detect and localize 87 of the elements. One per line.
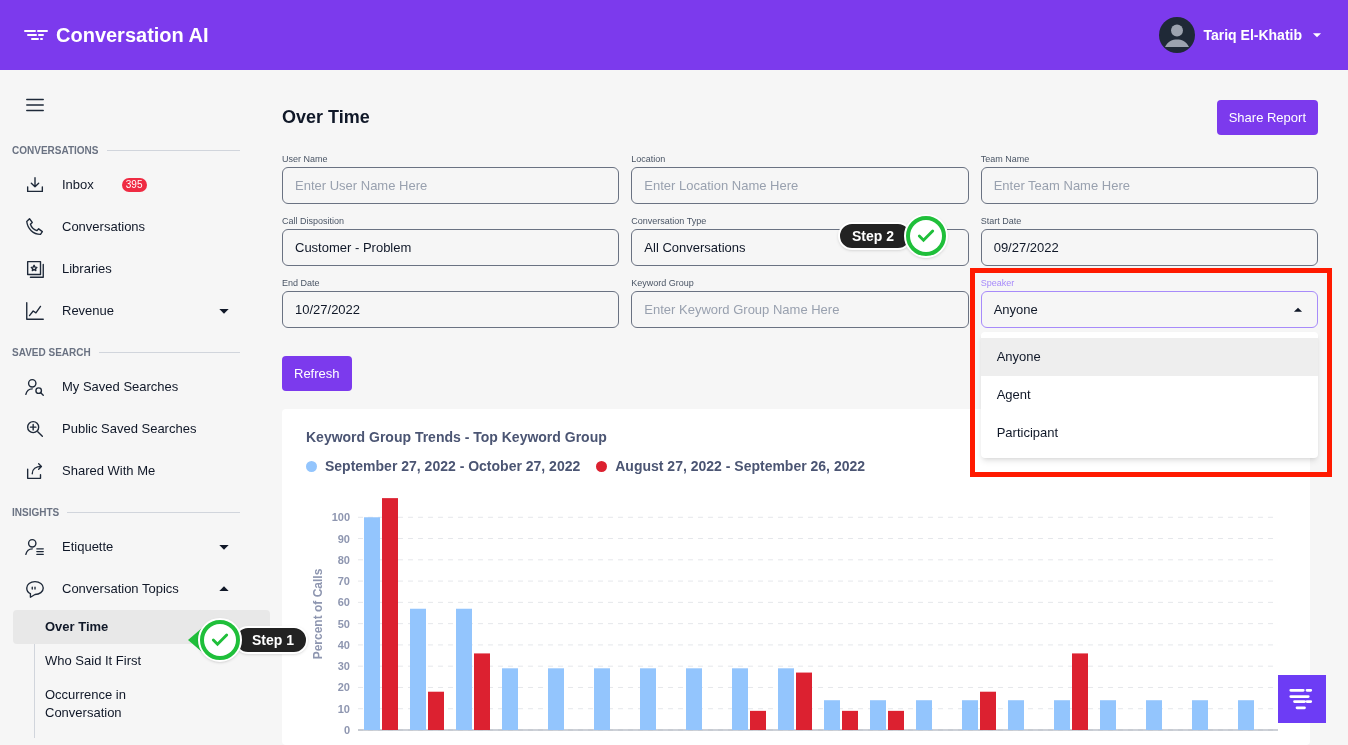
axis-tick-label: 100 [331, 511, 350, 524]
input-field[interactable]: Enter Location Name Here [631, 167, 969, 204]
count-badge: 395 [121, 178, 147, 192]
chart-title: Keyword Group Trends - Top Keyword Group [306, 428, 607, 447]
sidebar-item[interactable]: Libraries [12, 248, 270, 290]
section-heading: INSIGHTS [12, 505, 60, 520]
bar [870, 700, 886, 730]
sidebar-subitem[interactable]: Occurrence in Conversation [13, 678, 270, 730]
bar [428, 691, 444, 730]
axis-tick-label: 80 [337, 553, 350, 566]
bar [1192, 700, 1208, 730]
bar [1146, 700, 1162, 730]
line-chart-icon [24, 300, 46, 322]
field-label: User Name [282, 153, 328, 166]
input-field[interactable]: Enter User Name Here [282, 167, 620, 204]
input-field[interactable]: 09/27/2022 [980, 229, 1318, 266]
dropdown-option[interactable]: Agent [980, 376, 1318, 414]
bar [502, 668, 518, 730]
input-field[interactable]: Enter Team Name Here [980, 167, 1318, 204]
chat-widget-icon[interactable] [1278, 675, 1326, 723]
input-field[interactable]: Enter Keyword Group Name Here [631, 291, 969, 328]
bar [732, 668, 748, 730]
field-label: Keyword Group [631, 277, 694, 290]
legend-label: August 27, 2022 - September 26, 2022 [615, 457, 866, 476]
dropdown-option[interactable]: Anyone [980, 338, 1318, 376]
field-label: Speaker [980, 277, 1015, 290]
bar [824, 700, 840, 730]
section-heading: CONVERSATIONS [12, 143, 99, 158]
field-label: Start Date [980, 215, 1022, 228]
axis-tick-label: 0 [343, 724, 350, 736]
input-field[interactable]: 10/27/2022 [282, 291, 620, 328]
bar [1100, 700, 1116, 730]
axis-tick-label: 20 [337, 681, 350, 694]
bar [640, 668, 656, 730]
sidebar-item[interactable]: Conversation Topics [12, 568, 270, 610]
sidebar-item[interactable]: Public Saved Searches [12, 408, 270, 450]
bar [888, 710, 904, 730]
axis-tick-label: 10 [337, 702, 350, 715]
refresh-button[interactable]: Refresh [282, 356, 352, 391]
field-label: Conversation Type [631, 215, 707, 228]
sidebar-item[interactable]: Conversations [12, 206, 270, 248]
axis-tick-label: 70 [337, 575, 350, 588]
phone-icon [24, 216, 46, 238]
field-label: Call Disposition [282, 215, 345, 228]
user-menu[interactable]: Tariq El-Khatib [1159, 17, 1324, 53]
bar [750, 710, 766, 730]
bar [686, 668, 702, 730]
bar [1008, 700, 1024, 730]
bar [594, 668, 610, 730]
bar [778, 668, 794, 730]
field-label: Team Name [980, 153, 1030, 166]
app-title: Conversation AI [56, 23, 209, 48]
bar [980, 691, 996, 730]
bar [962, 700, 978, 730]
bar [548, 668, 564, 730]
axis-tick-label: 40 [337, 638, 350, 651]
section-heading: SAVED SEARCH [12, 345, 91, 360]
bar [916, 700, 932, 730]
axis-tick-label: 60 [337, 596, 350, 609]
zoom-in-icon [24, 418, 46, 440]
bar [796, 672, 812, 730]
field-label: End Date [282, 277, 320, 290]
field-label: Location [631, 153, 666, 166]
legend-label: September 27, 2022 - October 27, 2022 [325, 457, 581, 476]
page-title: Over Time [282, 106, 370, 129]
avatar-icon [1159, 17, 1196, 53]
star-book-icon [24, 258, 46, 280]
sidebar-item[interactable]: My Saved Searches [12, 366, 270, 408]
sidebar-item[interactable]: Revenue [12, 290, 270, 332]
sidebar-item[interactable]: Inbox 395 [12, 164, 270, 206]
speech-bubble-icon [24, 578, 46, 600]
bar [1238, 700, 1254, 730]
check-icon [904, 214, 948, 258]
user-list-icon [24, 536, 46, 558]
speaker-select[interactable]: Anyone [980, 291, 1318, 328]
input-field[interactable]: Customer - Problem [282, 229, 620, 266]
dropdown-option[interactable]: Participant [980, 414, 1318, 452]
axis-tick-label: 90 [337, 532, 350, 545]
axis-tick-label: 30 [337, 660, 350, 673]
axis-tick-label: 50 [337, 617, 350, 630]
bar [842, 710, 858, 730]
sidebar-item[interactable]: Shared With Me [12, 450, 270, 492]
axis-title: Percent of Calls [311, 568, 325, 660]
share-report-button[interactable]: Share Report [1216, 100, 1318, 135]
bar [1054, 700, 1070, 730]
user-search-icon [24, 376, 46, 398]
sidebar-item[interactable]: Etiquette [12, 526, 270, 568]
